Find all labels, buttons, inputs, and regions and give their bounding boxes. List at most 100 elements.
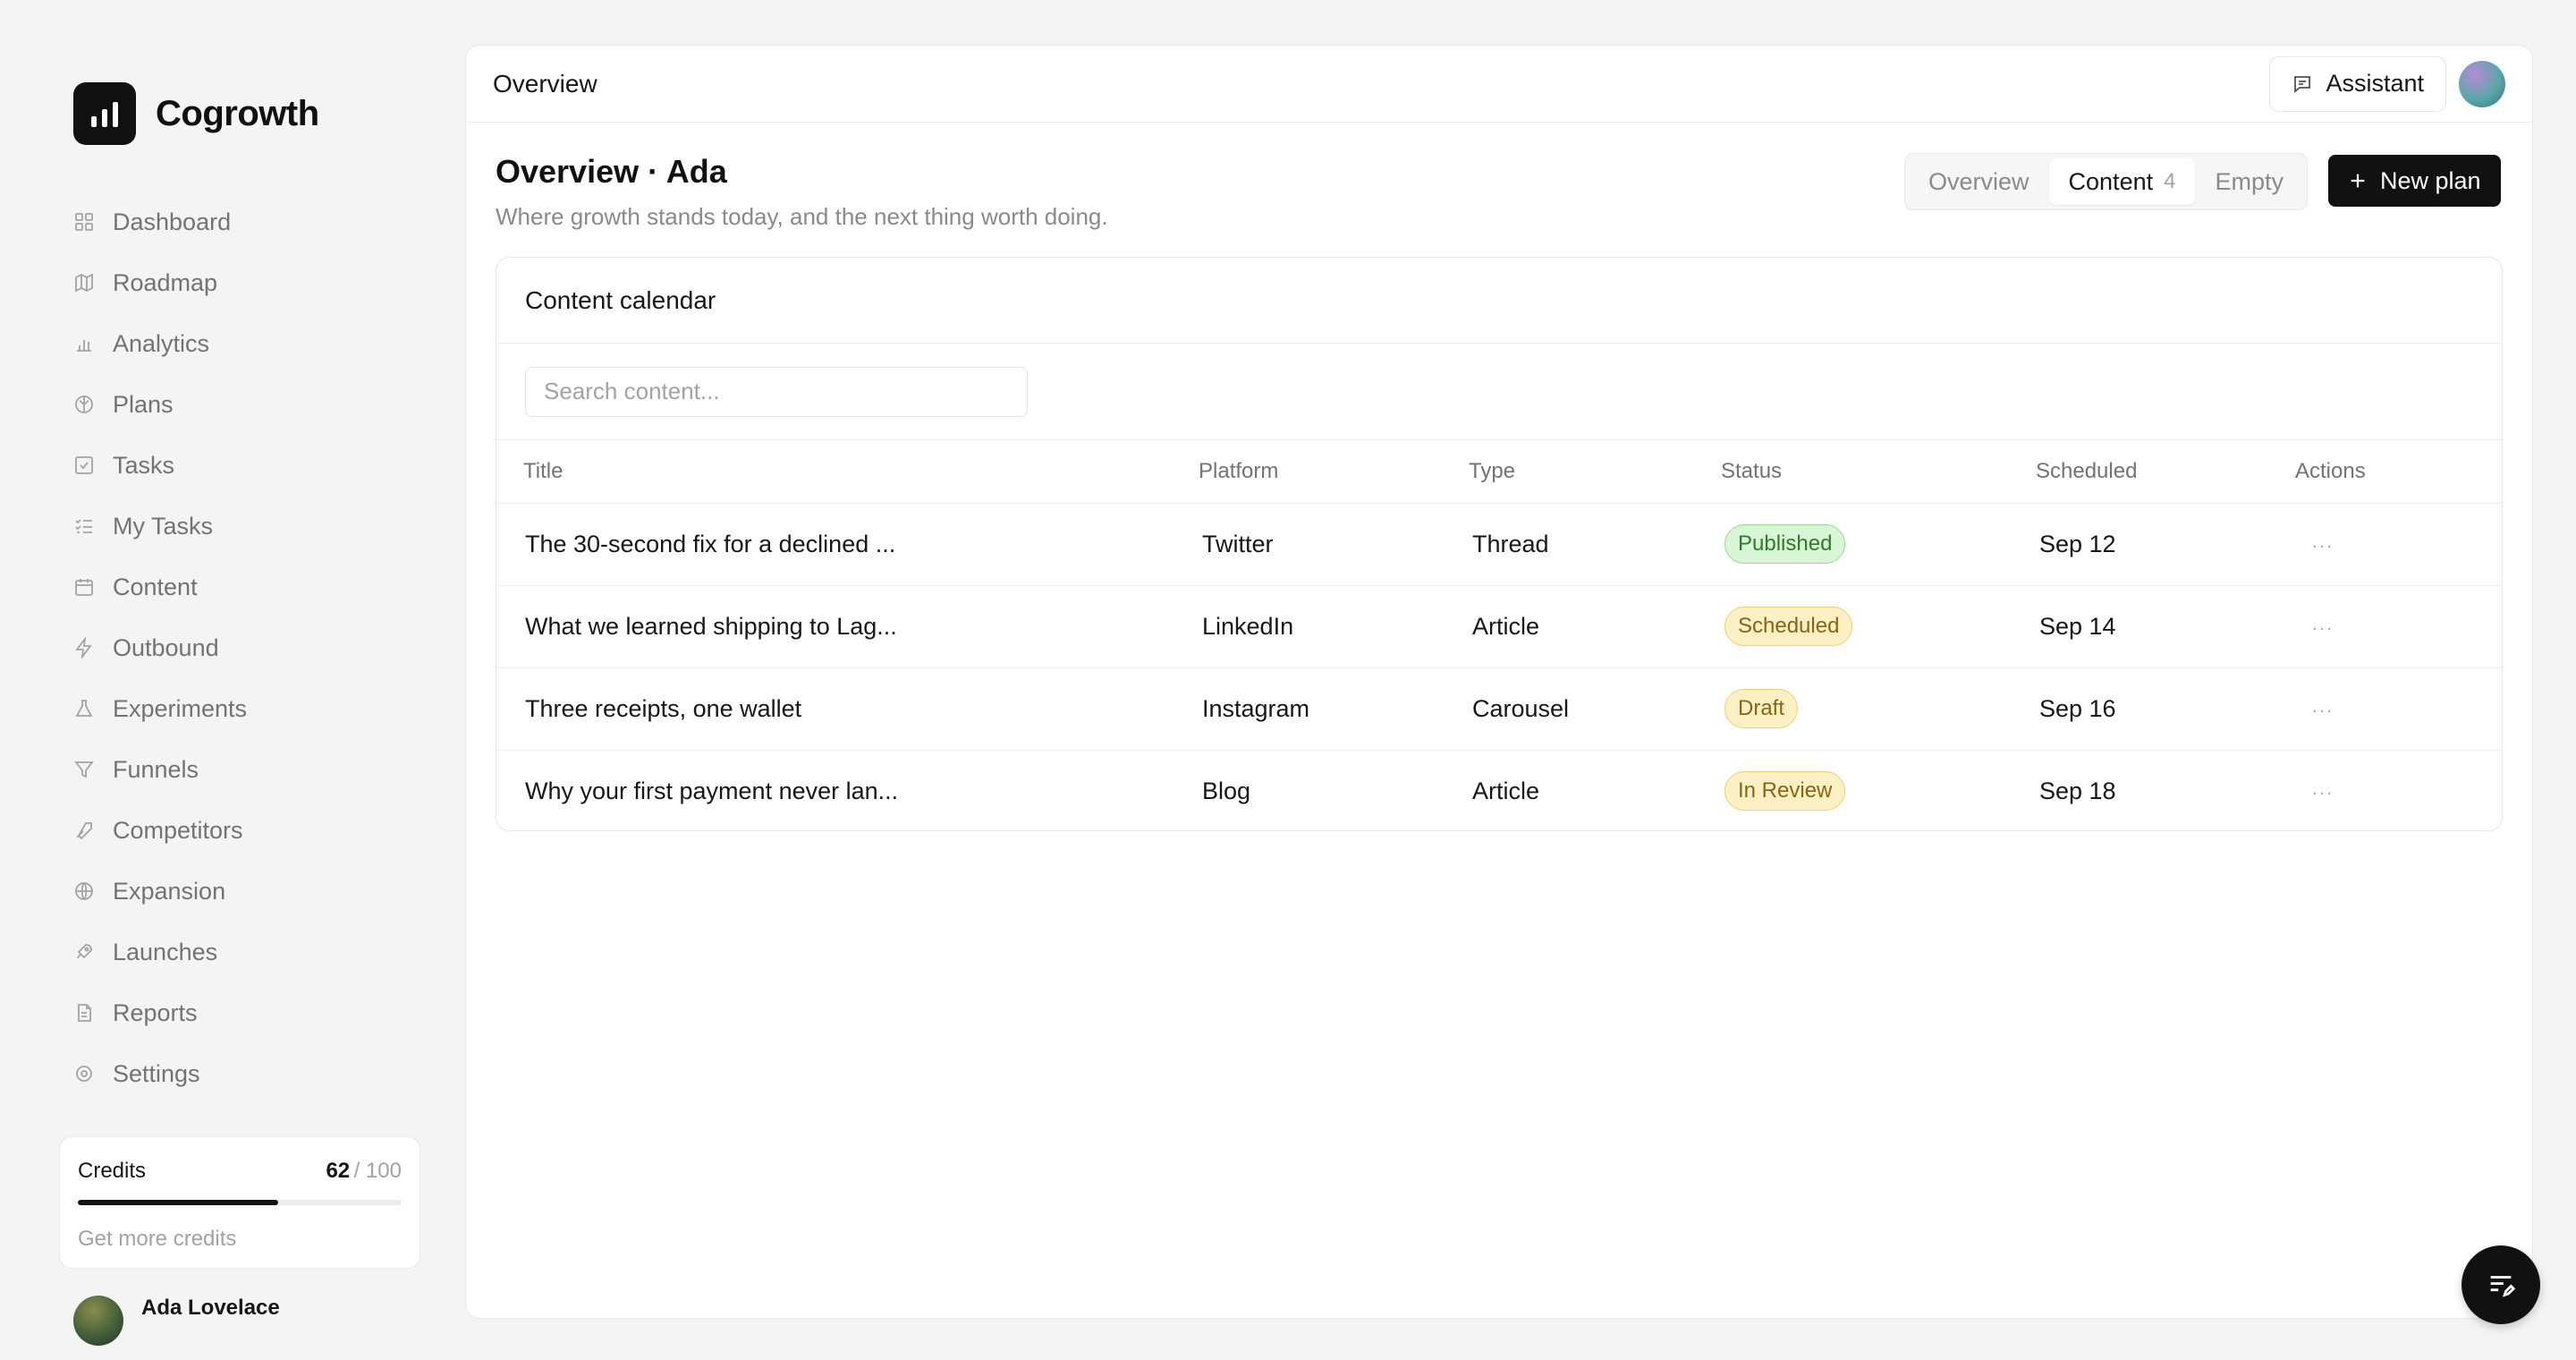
sidebar: Cogrowth Dashboard Roadmap Analytics Pla…	[0, 0, 456, 1360]
cell-scheduled: Sep 12	[2036, 503, 2295, 586]
sidebar-item-launches[interactable]: Launches	[73, 922, 413, 982]
cell-type: Article	[1472, 777, 1540, 804]
sidebar-item-outbound[interactable]: Outbound	[73, 617, 413, 678]
column-header-title[interactable]: Title	[496, 440, 1199, 504]
logo-icon	[73, 82, 136, 145]
search-input[interactable]	[525, 366, 1028, 417]
tab-empty[interactable]: Empty	[2195, 158, 2303, 205]
column-header-scheduled[interactable]: Scheduled	[2036, 440, 2295, 504]
sidebar-item-label: Dashboard	[113, 208, 232, 235]
cell-title: Three receipts, one wallet	[496, 667, 1199, 751]
sidebar-item-competitors[interactable]: Competitors	[73, 800, 413, 861]
assistant-label: Assistant	[2326, 70, 2424, 97]
assistant-fab-button[interactable]	[2462, 1245, 2540, 1324]
page-title: Overview · Ada	[496, 153, 727, 190]
brain-icon	[73, 394, 95, 415]
map-icon	[73, 272, 95, 293]
main-panel: Overview Assistant Overview · Ada Where …	[465, 45, 2533, 1319]
content-table: Title Platform Type Status Scheduled Act…	[496, 440, 2502, 830]
sidebar-item-label: Roadmap	[113, 268, 218, 296]
more-actions-icon[interactable]: ···	[2299, 616, 2334, 639]
cell-scheduled: Sep 14	[2036, 585, 2295, 668]
zap-icon	[73, 637, 95, 659]
credits-progress-bar	[78, 1200, 402, 1205]
sidebar-item-label: Analytics	[113, 329, 210, 357]
more-actions-icon[interactable]: ···	[2299, 534, 2334, 557]
user-name: Ada Lovelace	[141, 1296, 280, 1320]
gear-icon	[73, 1063, 95, 1084]
cell-status: Draft	[1721, 667, 2036, 751]
sidebar-item-funnels[interactable]: Funnels	[73, 739, 413, 800]
sidebar-item-plans[interactable]: Plans	[73, 374, 413, 435]
sidebar-item-analytics[interactable]: Analytics	[73, 313, 413, 374]
sidebar-item-label: Expansion	[113, 877, 226, 905]
list-checks-icon	[73, 515, 95, 537]
tab-label: Empty	[2215, 167, 2284, 195]
get-more-credits-link[interactable]: Get more credits	[78, 1227, 402, 1252]
sidebar-item-roadmap[interactable]: Roadmap	[73, 252, 413, 313]
cell-status: Scheduled	[1721, 585, 2036, 668]
sidebar-item-label: Funnels	[113, 755, 199, 783]
cell-actions: ···	[2295, 503, 2502, 586]
sidebar-item-settings[interactable]: Settings	[73, 1043, 413, 1104]
cell-scheduled: Sep 16	[2036, 667, 2295, 751]
topbar-title: Overview	[493, 69, 597, 98]
sidebar-item-dashboard[interactable]: Dashboard	[73, 191, 413, 252]
table-row[interactable]: What we learned shipping to Lag... Linke…	[496, 585, 2502, 668]
cell-platform: Blog	[1202, 777, 1251, 804]
sidebar-item-label: Tasks	[113, 451, 175, 479]
sidebar-item-content[interactable]: Content	[73, 557, 413, 617]
new-plan-button[interactable]: New plan	[2328, 155, 2501, 207]
more-actions-icon[interactable]: ···	[2299, 699, 2334, 721]
cell-scheduled: Sep 18	[2039, 777, 2116, 804]
view-tabs: Overview Content 4 Empty	[1904, 153, 2308, 210]
sidebar-item-expansion[interactable]: Expansion	[73, 861, 413, 922]
cell-type: Thread	[1469, 503, 1721, 586]
sidebar-item-label: Reports	[113, 999, 198, 1026]
sidebar-item-label: Content	[113, 573, 198, 600]
sidebar-item-label: Settings	[113, 1059, 200, 1087]
credits-total: / 100	[353, 1159, 402, 1183]
brand-name: Cogrowth	[156, 93, 319, 133]
tab-label: Overview	[1928, 167, 2029, 195]
page-header: Overview · Ada Where growth stands today…	[496, 153, 1108, 231]
tab-overview[interactable]: Overview	[1909, 158, 2049, 205]
cell-platform: LinkedIn	[1199, 585, 1469, 668]
check-square-icon	[73, 455, 95, 476]
credits-used: 62	[326, 1159, 351, 1183]
cell-title: Why your first payment never lan...	[525, 777, 899, 804]
sidebar-item-tasks[interactable]: Tasks	[73, 435, 413, 496]
swords-icon	[73, 820, 95, 841]
column-header-type[interactable]: Type	[1469, 440, 1721, 504]
sidebar-nav: Dashboard Roadmap Analytics Plans Tasks …	[73, 191, 413, 1104]
sidebar-item-experiments[interactable]: Experiments	[73, 678, 413, 739]
new-plan-label: New plan	[2380, 166, 2481, 194]
brand[interactable]: Cogrowth	[73, 82, 319, 145]
sidebar-item-reports[interactable]: Reports	[73, 982, 413, 1043]
page-subtitle: Where growth stands today, and the next …	[496, 203, 1108, 230]
table-row[interactable]: Why your first payment never lan... Blog…	[496, 750, 2502, 830]
column-header-status[interactable]: Status	[1721, 440, 2036, 504]
sidebar-item-my-tasks[interactable]: My Tasks	[73, 496, 413, 557]
tab-content[interactable]: Content 4	[2048, 158, 2196, 205]
cell-status: In Review	[1721, 750, 2036, 830]
assistant-button[interactable]: Assistant	[2269, 55, 2446, 112]
cell-title: What we learned shipping to Lag...	[496, 585, 1199, 668]
file-icon	[73, 1002, 95, 1024]
list-edit-icon	[2490, 1276, 2516, 1297]
more-actions-icon[interactable]: ···	[2299, 781, 2334, 803]
user-profile[interactable]: Ada Lovelace	[73, 1296, 280, 1346]
column-header-platform[interactable]: Platform	[1199, 440, 1469, 504]
status-badge: Scheduled	[1724, 607, 1853, 646]
status-badge: Draft	[1724, 689, 1799, 728]
credits-title: Credits	[78, 1159, 147, 1183]
cell-platform: Twitter	[1199, 503, 1469, 586]
sidebar-item-label: Experiments	[113, 694, 248, 722]
sidebar-item-label: Competitors	[113, 816, 243, 844]
tab-label: Content	[2068, 167, 2154, 195]
sidebar-item-label: Launches	[113, 938, 218, 965]
table-row[interactable]: Three receipts, one wallet Instagram Car…	[496, 667, 2502, 751]
avatar[interactable]	[2459, 60, 2505, 107]
table-row[interactable]: The 30-second fix for a declined ... Twi…	[496, 503, 2502, 586]
cell-platform: Instagram	[1199, 667, 1469, 751]
